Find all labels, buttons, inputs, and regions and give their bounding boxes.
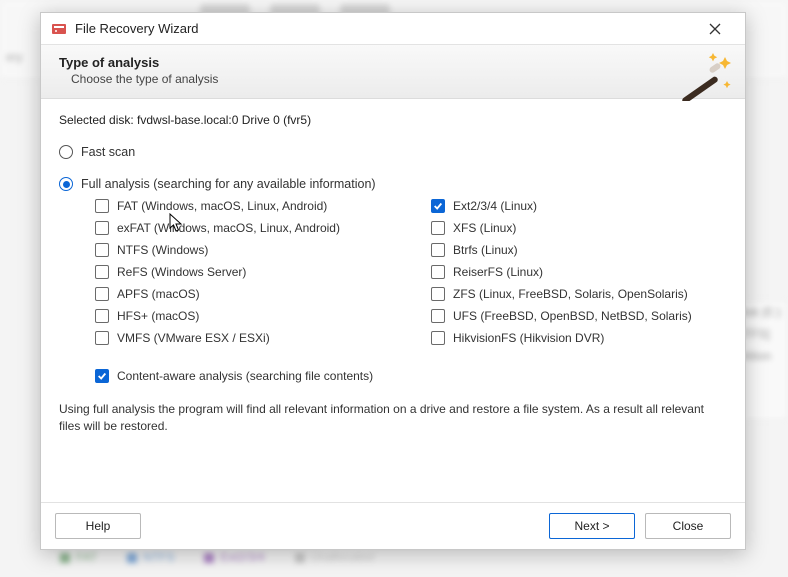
close-button[interactable]: Close [645, 513, 731, 539]
checkbox-icon [95, 331, 109, 345]
fs-checkbox-apfs[interactable]: APFS (macOS) [95, 287, 391, 301]
close-icon [709, 23, 721, 35]
fs-checkbox-hfsplus[interactable]: HFS+ (macOS) [95, 309, 391, 323]
fs-checkbox-fat[interactable]: FAT (Windows, macOS, Linux, Android) [95, 199, 391, 213]
titlebar: File Recovery Wizard [41, 13, 745, 45]
fs-label: NTFS (Windows) [117, 243, 208, 257]
checkbox-icon [431, 331, 445, 345]
window-title: File Recovery Wizard [75, 21, 695, 36]
fs-label: HFS+ (macOS) [117, 309, 199, 323]
analysis-description: Using full analysis the program will fin… [59, 401, 727, 436]
checkbox-icon [431, 265, 445, 279]
fast-scan-radio[interactable]: Fast scan [59, 145, 727, 159]
checkbox-icon [95, 309, 109, 323]
fs-label: UFS (FreeBSD, OpenBSD, NetBSD, Solaris) [453, 309, 692, 323]
radio-icon [59, 177, 73, 191]
filesystem-grid: FAT (Windows, macOS, Linux, Android) Ext2… [95, 199, 727, 345]
wizard-footer: Help Next > Close [41, 502, 745, 549]
fs-checkbox-xfs[interactable]: XFS (Linux) [431, 221, 727, 235]
checkbox-icon [95, 243, 109, 257]
fs-checkbox-refs[interactable]: ReFS (Windows Server) [95, 265, 391, 279]
full-analysis-radio[interactable]: Full analysis (searching for any availab… [59, 177, 727, 191]
fs-label: XFS (Linux) [453, 221, 516, 235]
wizard-header: Type of analysis Choose the type of anal… [41, 45, 745, 99]
checkbox-icon [95, 369, 109, 383]
fs-label: exFAT (Windows, macOS, Linux, Android) [117, 221, 340, 235]
fast-scan-label: Fast scan [81, 145, 135, 159]
fs-label: ZFS (Linux, FreeBSD, Solaris, OpenSolari… [453, 287, 688, 301]
fs-checkbox-vmfs[interactable]: VMFS (VMware ESX / ESXi) [95, 331, 391, 345]
full-analysis-label: Full analysis (searching for any availab… [81, 177, 376, 191]
next-button[interactable]: Next > [549, 513, 635, 539]
checkbox-icon [95, 221, 109, 235]
content-aware-checkbox[interactable]: Content-aware analysis (searching file c… [95, 369, 727, 383]
checkbox-icon [431, 221, 445, 235]
fs-label: FAT (Windows, macOS, Linux, Android) [117, 199, 327, 213]
help-button[interactable]: Help [55, 513, 141, 539]
page-subtitle: Choose the type of analysis [71, 72, 727, 86]
wizard-body: Selected disk: fvdwsl-base.local:0 Drive… [41, 99, 745, 502]
fs-label: ReFS (Windows Server) [117, 265, 246, 279]
fs-checkbox-reiser[interactable]: ReiserFS (Linux) [431, 265, 727, 279]
checkbox-icon [431, 243, 445, 257]
radio-icon [59, 145, 73, 159]
app-icon [51, 21, 67, 37]
background-legend: FAT NTFS Ext2/3/4 Unallocated [60, 547, 768, 567]
content-aware-label: Content-aware analysis (searching file c… [117, 369, 373, 383]
checkbox-icon [431, 309, 445, 323]
wizard-wand-icon [675, 51, 731, 101]
fs-checkbox-zfs[interactable]: ZFS (Linux, FreeBSD, Solaris, OpenSolari… [431, 287, 727, 301]
checkbox-icon [95, 265, 109, 279]
fs-label: HikvisionFS (Hikvision DVR) [453, 331, 604, 345]
fs-label: Ext2/3/4 (Linux) [453, 199, 537, 213]
fs-checkbox-ufs[interactable]: UFS (FreeBSD, OpenBSD, NetBSD, Solaris) [431, 309, 727, 323]
checkbox-icon [95, 199, 109, 213]
fs-checkbox-exfat[interactable]: exFAT (Windows, macOS, Linux, Android) [95, 221, 391, 235]
fs-label: Btrfs (Linux) [453, 243, 518, 257]
fs-label: APFS (macOS) [117, 287, 200, 301]
file-recovery-wizard-dialog: File Recovery Wizard Type of analysis Ch… [40, 12, 746, 550]
checkbox-icon [431, 199, 445, 213]
selected-disk-value: fvdwsl-base.local:0 Drive 0 (fvr5) [137, 113, 311, 127]
fs-checkbox-btrfs[interactable]: Btrfs (Linux) [431, 243, 727, 257]
fs-checkbox-hikfs[interactable]: HikvisionFS (Hikvision DVR) [431, 331, 727, 345]
fs-checkbox-ext[interactable]: Ext2/3/4 (Linux) [431, 199, 727, 213]
selected-disk-row: Selected disk: fvdwsl-base.local:0 Drive… [59, 113, 727, 127]
checkbox-icon [431, 287, 445, 301]
close-window-button[interactable] [695, 13, 735, 44]
fs-label: ReiserFS (Linux) [453, 265, 543, 279]
selected-disk-label: Selected disk: [59, 113, 137, 127]
fs-checkbox-ntfs[interactable]: NTFS (Windows) [95, 243, 391, 257]
fs-label: VMFS (VMware ESX / ESXi) [117, 331, 270, 345]
checkbox-icon [95, 287, 109, 301]
page-title: Type of analysis [59, 55, 727, 70]
